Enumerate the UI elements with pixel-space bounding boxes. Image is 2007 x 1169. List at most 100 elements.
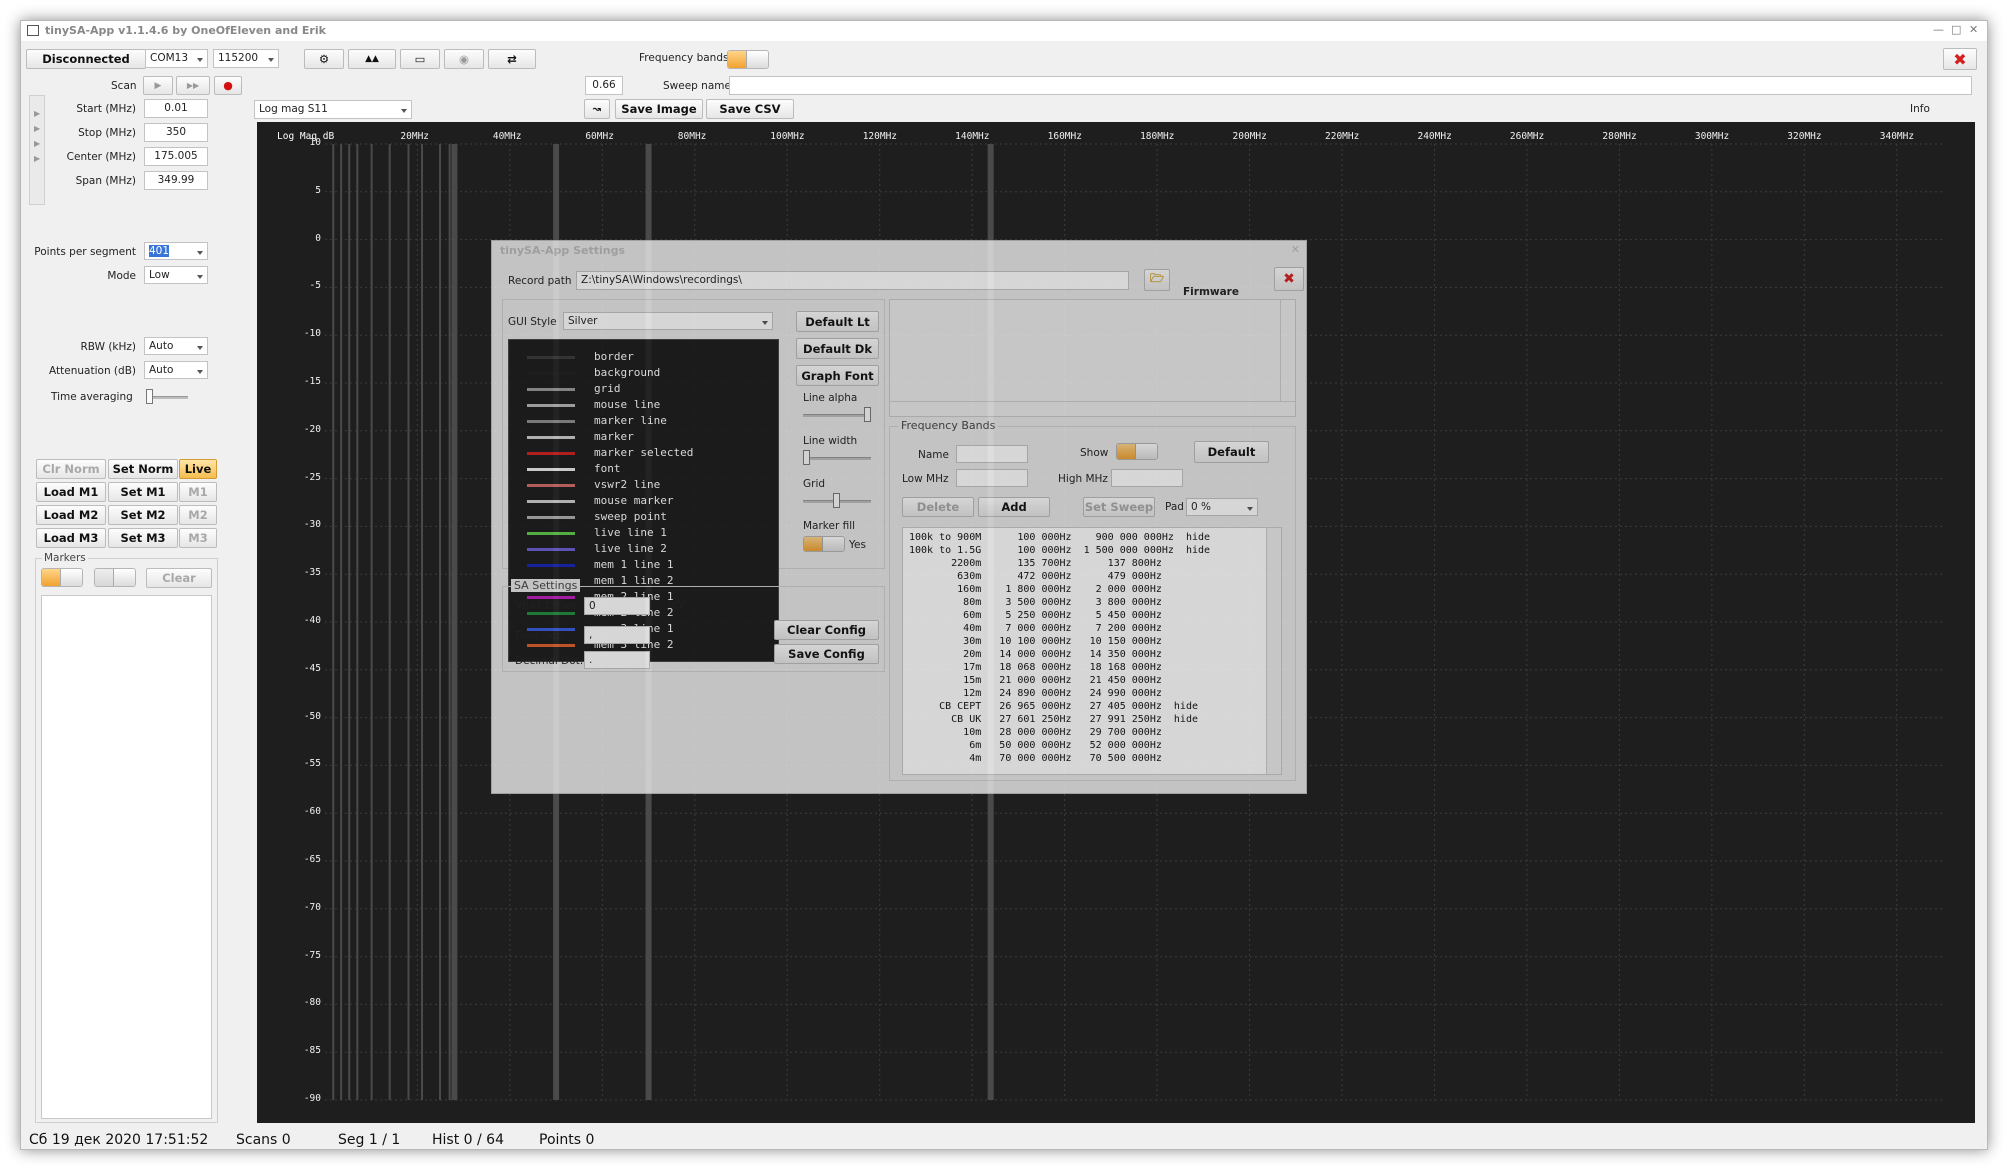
- save-csv-button[interactable]: Save CSV: [706, 99, 794, 119]
- band-row[interactable]: 4m 70 000 000Hz 70 500 000Hz: [909, 753, 1162, 766]
- colour-swatch[interactable]: [527, 436, 575, 439]
- marker-fill-toggle[interactable]: [803, 536, 845, 552]
- band-row[interactable]: 40m 7 000 000Hz 7 200 000Hz: [909, 623, 1162, 636]
- colour-swatch[interactable]: [527, 404, 575, 407]
- markers-toggle-2[interactable]: [94, 568, 136, 587]
- markers-list[interactable]: [41, 595, 212, 1119]
- band-row[interactable]: 6m 50 000 000Hz 52 000 000Hz: [909, 740, 1162, 753]
- usb-icon[interactable]: ⇄: [488, 49, 536, 69]
- band-row[interactable]: CB UK 27 601 250Hz 27 991 250Hz hide: [909, 714, 1198, 727]
- frequency-bands-toggle[interactable]: [727, 50, 769, 69]
- pad-select[interactable]: 0 %: [1186, 498, 1258, 516]
- bands-list[interactable]: 100k to 900M 100 000Hz 900 000 000Hz hid…: [902, 527, 1282, 775]
- colour-name[interactable]: mouse marker: [594, 494, 673, 507]
- colour-name[interactable]: live line 2: [594, 542, 667, 555]
- markers-clear-button[interactable]: Clear: [146, 568, 212, 588]
- colour-swatch[interactable]: [527, 500, 575, 503]
- line-alpha-slider[interactable]: [803, 407, 871, 423]
- band-add-button[interactable]: Add: [978, 497, 1050, 517]
- mode-select[interactable]: Low: [144, 266, 208, 284]
- band-row[interactable]: 10m 28 000 000Hz 29 700 000Hz: [909, 727, 1162, 740]
- maximize-icon[interactable]: □: [1951, 23, 1961, 36]
- firmware-textarea[interactable]: [889, 299, 1296, 417]
- sidebar-collapse-strip[interactable]: ▶ ▶ ▶ ▶: [29, 95, 45, 205]
- high-mhz-input[interactable]: [1111, 469, 1183, 487]
- m3-button[interactable]: M3: [179, 528, 217, 548]
- band-delete-button[interactable]: Delete: [902, 497, 974, 517]
- colour-name[interactable]: mem 1 line 1: [594, 558, 673, 571]
- play-icon[interactable]: ▶: [143, 76, 173, 95]
- clear-config-button[interactable]: Clear Config: [774, 620, 879, 640]
- colour-name[interactable]: vswr2 line: [594, 478, 660, 491]
- colour-swatch[interactable]: [527, 372, 575, 375]
- grid-slider[interactable]: [803, 493, 871, 509]
- band-row[interactable]: 30m 10 100 000Hz 10 150 000Hz: [909, 636, 1162, 649]
- band-row[interactable]: 2200m 135 700Hz 137 800Hz: [909, 558, 1162, 571]
- clr-norm-button[interactable]: Clr Norm: [36, 459, 106, 479]
- colour-swatch[interactable]: [527, 532, 575, 535]
- colour-name[interactable]: live line 1: [594, 526, 667, 539]
- line-width-slider[interactable]: [803, 450, 871, 466]
- gui-style-select[interactable]: Silver: [563, 312, 773, 330]
- span-input[interactable]: 349.99: [144, 171, 208, 190]
- band-row[interactable]: 17m 18 068 000Hz 18 168 000Hz: [909, 662, 1162, 675]
- load-m1-button[interactable]: Load M1: [36, 482, 106, 502]
- port-select[interactable]: COM13: [145, 49, 208, 68]
- close-app-button[interactable]: ✖: [1943, 48, 1977, 70]
- up-arrows-icon[interactable]: ▲▲: [348, 49, 396, 69]
- trace-format-select[interactable]: Log mag S11: [254, 100, 412, 119]
- colour-swatch[interactable]: [527, 452, 575, 455]
- low-mhz-input[interactable]: [956, 469, 1028, 487]
- field-sep-input[interactable]: ,: [584, 626, 650, 644]
- colour-swatch[interactable]: [527, 388, 575, 391]
- band-show-toggle[interactable]: [1116, 443, 1158, 460]
- m2-button[interactable]: M2: [179, 505, 217, 525]
- band-row[interactable]: 80m 3 500 000Hz 3 800 000Hz: [909, 597, 1162, 610]
- colour-name[interactable]: font: [594, 462, 621, 475]
- graph-font-button[interactable]: Graph Font: [796, 365, 879, 386]
- colour-swatch[interactable]: [527, 356, 575, 359]
- band-row[interactable]: 15m 21 000 000Hz 21 450 000Hz: [909, 675, 1162, 688]
- default-dk-button[interactable]: Default Dk: [796, 338, 879, 359]
- save-config-button[interactable]: Save Config: [774, 644, 879, 664]
- band-row[interactable]: 60m 5 250 000Hz 5 450 000Hz: [909, 610, 1162, 623]
- chart-icon[interactable]: ↝: [584, 99, 610, 119]
- colour-name[interactable]: marker: [594, 430, 634, 443]
- connect-button[interactable]: Disconnected: [26, 49, 146, 69]
- colour-swatch[interactable]: [527, 420, 575, 423]
- band-row[interactable]: CB CEPT 26 965 000Hz 27 405 000Hz hide: [909, 701, 1198, 714]
- time-averaging-slider[interactable]: [146, 389, 188, 405]
- fast-forward-icon[interactable]: ▶▶: [176, 76, 210, 95]
- set-m3-button[interactable]: Set M3: [108, 528, 178, 548]
- live-button[interactable]: Live: [179, 459, 217, 479]
- colour-swatch[interactable]: [527, 516, 575, 519]
- points-per-segment-select[interactable]: 401: [144, 242, 208, 260]
- record-path-input[interactable]: Z:\tinySA\Windows\recordings\: [576, 271, 1129, 290]
- colour-swatch[interactable]: [527, 468, 575, 471]
- camera-icon[interactable]: ◉: [444, 49, 484, 69]
- colour-swatch[interactable]: [527, 564, 575, 567]
- band-row[interactable]: 12m 24 890 000Hz 24 990 000Hz: [909, 688, 1162, 701]
- bands-scrollbar[interactable]: [1266, 528, 1281, 774]
- record-icon[interactable]: ●: [214, 76, 242, 95]
- colour-name[interactable]: marker selected: [594, 446, 693, 459]
- baud-select[interactable]: 115200: [213, 49, 279, 68]
- set-norm-button[interactable]: Set Norm: [108, 459, 178, 479]
- load-m2-button[interactable]: Load M2: [36, 505, 106, 525]
- colour-name[interactable]: background: [594, 366, 660, 379]
- set-m1-button[interactable]: Set M1: [108, 482, 178, 502]
- dialog-close-icon[interactable]: ✕: [1291, 243, 1300, 256]
- close-icon[interactable]: ✕: [1969, 23, 1978, 36]
- band-name-input[interactable]: [956, 445, 1028, 463]
- colour-swatch[interactable]: [527, 548, 575, 551]
- firmware-scrollbar[interactable]: [1280, 300, 1295, 401]
- start-input[interactable]: 0.01: [144, 99, 208, 118]
- rbw-select[interactable]: Auto: [144, 337, 208, 355]
- battery-icon[interactable]: ▭: [400, 49, 440, 69]
- load-m3-button[interactable]: Load M3: [36, 528, 106, 548]
- colour-swatch[interactable]: [527, 484, 575, 487]
- band-row[interactable]: 100k to 1.5G 100 000Hz 1 500 000 000Hz h…: [909, 545, 1210, 558]
- firmware-hscrollbar[interactable]: [890, 401, 1295, 416]
- set-m2-button[interactable]: Set M2: [108, 505, 178, 525]
- colour-name[interactable]: sweep point: [594, 510, 667, 523]
